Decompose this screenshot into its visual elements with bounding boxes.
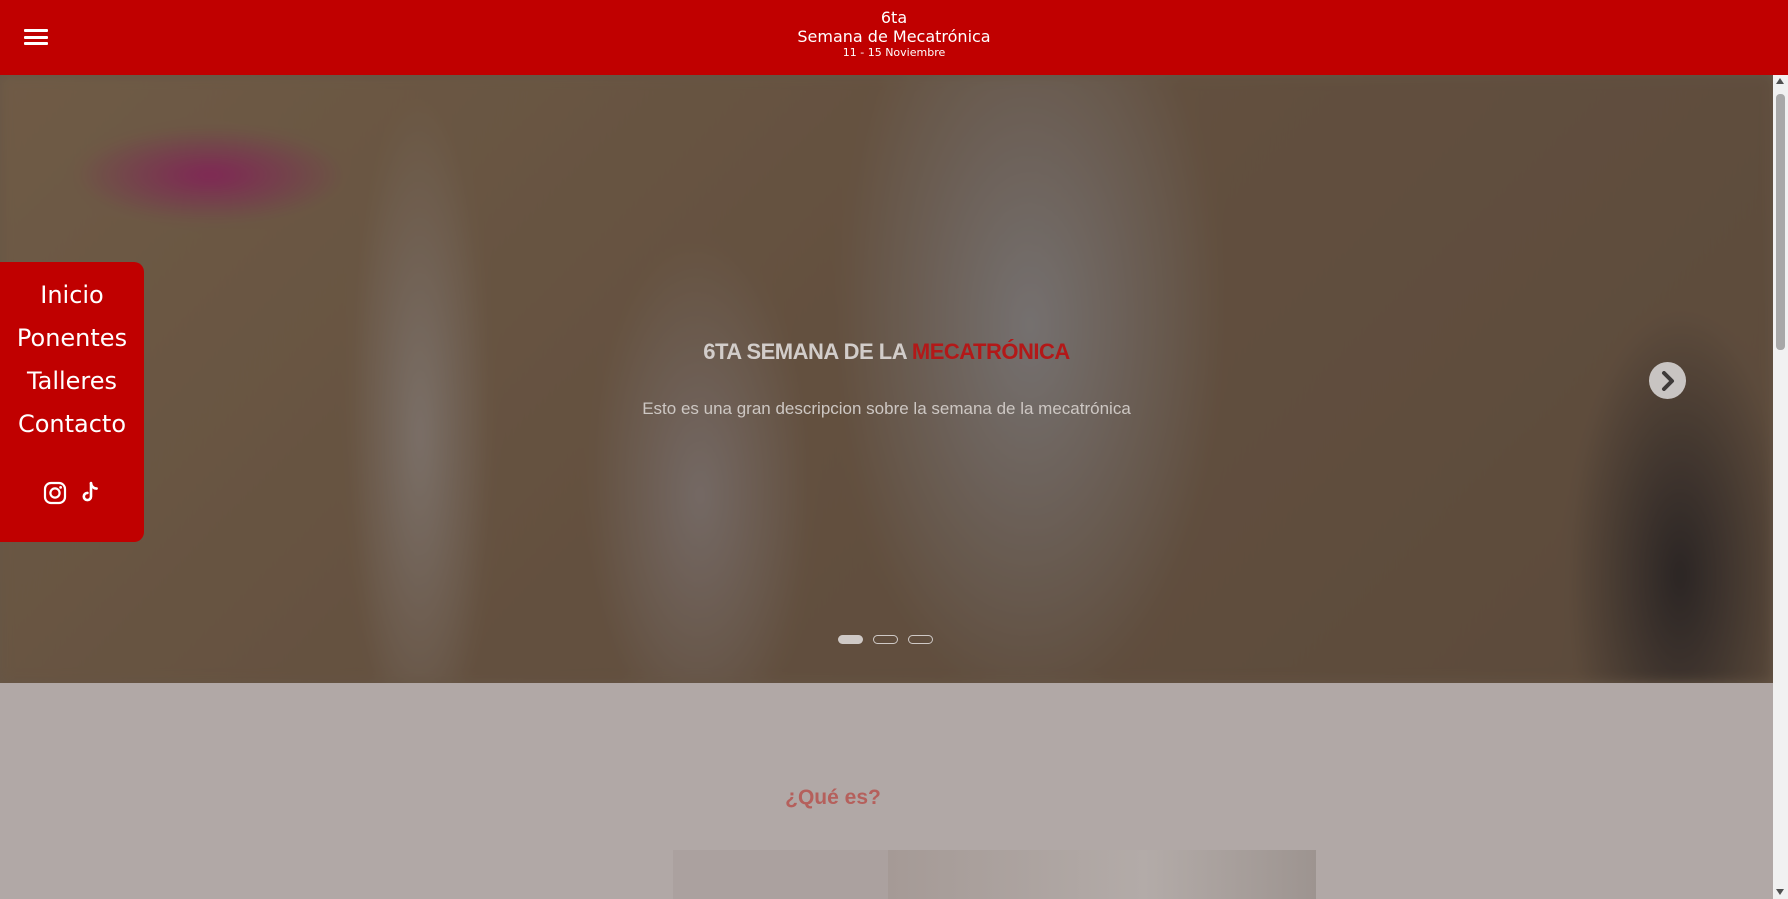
about-image-photo bbox=[888, 850, 1316, 899]
chevron-right-icon bbox=[1661, 370, 1674, 391]
nav-list: Inicio Ponentes Talleres Contacto bbox=[0, 262, 144, 446]
site-title: 6ta Semana de Mecatrónica 11 - 15 Noviem… bbox=[0, 9, 1788, 59]
nav-link-inicio[interactable]: Inicio bbox=[0, 274, 144, 317]
carousel-indicator-2[interactable] bbox=[873, 635, 898, 644]
carousel-indicator-1[interactable] bbox=[838, 635, 863, 644]
carousel-next-button[interactable] bbox=[1649, 362, 1686, 399]
event-title: Semana de Mecatrónica bbox=[797, 27, 991, 46]
edition-label: 6ta bbox=[880, 8, 908, 27]
event-dates: 11 - 15 Noviembre bbox=[842, 46, 946, 59]
scroll-up-arrow-icon[interactable] bbox=[1776, 78, 1784, 84]
nav-item: Contacto bbox=[0, 403, 144, 446]
side-navigation: Inicio Ponentes Talleres Contacto bbox=[0, 262, 144, 542]
tiktok-icon[interactable] bbox=[77, 481, 101, 505]
nav-item: Inicio bbox=[0, 274, 144, 317]
scroll-thumb[interactable] bbox=[1776, 94, 1785, 350]
about-heading: ¿Qué es? bbox=[785, 786, 881, 809]
top-header: 6ta Semana de Mecatrónica 11 - 15 Noviem… bbox=[0, 0, 1788, 75]
scroll-down-arrow-icon[interactable] bbox=[1776, 889, 1784, 895]
nav-link-talleres[interactable]: Talleres bbox=[0, 360, 144, 403]
hero-title: 6TA SEMANA DE LA MECATRÓNICA bbox=[0, 337, 1773, 367]
hero-title-accent: MECATRÓNICA bbox=[911, 339, 1070, 364]
nav-item: Ponentes bbox=[0, 317, 144, 360]
carousel-indicator-3[interactable] bbox=[908, 635, 933, 644]
nav-link-ponentes[interactable]: Ponentes bbox=[0, 317, 144, 360]
nav-item: Talleres bbox=[0, 360, 144, 403]
hero-overlay bbox=[0, 75, 1773, 683]
hero-carousel: 6TA SEMANA DE LA MECATRÓNICA Esto es una… bbox=[0, 75, 1773, 683]
nav-link-contacto[interactable]: Contacto bbox=[0, 403, 144, 446]
hero-title-prefix: 6TA SEMANA DE LA bbox=[703, 339, 912, 364]
page-scrollbar[interactable] bbox=[1773, 75, 1788, 899]
instagram-icon[interactable] bbox=[43, 481, 67, 505]
social-links bbox=[0, 481, 144, 505]
about-image bbox=[673, 850, 1316, 899]
page-content: 6TA SEMANA DE LA MECATRÓNICA Esto es una… bbox=[0, 75, 1773, 899]
carousel-indicators bbox=[838, 635, 933, 644]
hero-description: Esto es una gran descripcion sobre la se… bbox=[642, 399, 1131, 418]
